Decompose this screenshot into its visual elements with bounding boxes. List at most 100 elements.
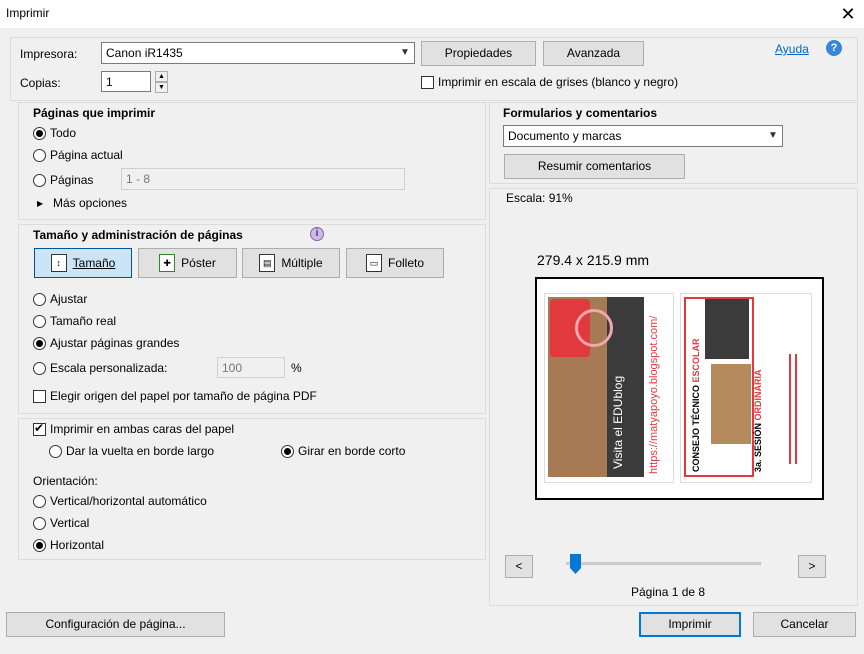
more-options-label: Más opciones	[53, 196, 128, 210]
radio-actual-size[interactable]	[33, 314, 46, 328]
comments-heading: Formularios y comentarios	[503, 106, 658, 120]
paper-source-option[interactable]: Elegir origen del papel por tamaño de pá…	[33, 389, 317, 403]
duplex-option[interactable]: Imprimir en ambas caras del papel	[33, 421, 234, 436]
copies-up-icon[interactable]: ▲	[155, 71, 168, 82]
preview-accent-line	[789, 354, 791, 464]
next-page-button[interactable]: >	[798, 555, 826, 578]
grayscale-checkbox[interactable]	[421, 75, 434, 89]
tab-poster[interactable]: ✚ Póster	[138, 248, 237, 278]
radio-shrink-oversized[interactable]	[33, 336, 46, 350]
tab-size-label: Tamaño	[72, 256, 116, 270]
printer-select-value: Canon iR1435	[106, 46, 183, 60]
tab-booklet[interactable]: ▭ Folleto	[346, 248, 444, 278]
radio-range[interactable]	[33, 173, 46, 187]
sizing-option-label: Ajustar páginas grandes	[50, 336, 180, 350]
tab-multiple[interactable]: ▤ Múltiple	[242, 248, 340, 278]
orientation-option-portrait[interactable]: Vertical	[33, 516, 89, 530]
tab-poster-label: Póster	[181, 256, 216, 270]
sizing-option-fit[interactable]: Ajustar	[33, 292, 87, 306]
sizing-option-shrink[interactable]: Ajustar páginas grandes	[33, 336, 179, 350]
orientation-option-auto[interactable]: Vertical/horizontal automático	[33, 494, 207, 508]
comments-select[interactable]: Documento y marcas ▼	[503, 125, 783, 147]
printer-label: Impresora:	[20, 47, 78, 61]
preview-page-right: CONSEJO TÉCNICO ESCOLAR 3a. SESIÓN ORDIN…	[680, 293, 812, 483]
close-icon[interactable]: ✕	[836, 2, 860, 26]
cover-session: 3a. SESIÓN ORDINARIA	[753, 369, 763, 472]
grayscale-label: Imprimir en escala de grises (blanco y n…	[438, 75, 679, 89]
properties-button[interactable]: Propiedades	[421, 41, 536, 66]
custom-scale-input[interactable]: 100	[217, 357, 285, 378]
pages-option-label: Páginas	[50, 173, 94, 187]
multiple-pages-icon: ▤	[259, 254, 276, 272]
copies-label: Copias:	[20, 76, 61, 90]
scale-value: 91%	[548, 191, 573, 205]
print-preview: Visita el EDUblog https://matyapoyo.blog…	[535, 277, 824, 500]
tab-booklet-label: Folleto	[387, 256, 425, 270]
radio-custom-scale[interactable]	[33, 361, 46, 375]
pages-option-label: Página actual	[50, 148, 123, 162]
visit-text: Visita el EDUblog	[611, 375, 625, 469]
flip-short-option[interactable]: Girar en borde corto	[281, 444, 405, 458]
info-icon[interactable]: i	[310, 227, 324, 241]
pages-option-range[interactable]: Páginas	[33, 173, 93, 187]
copies-down-icon[interactable]: ▼	[155, 82, 168, 93]
radio-fit[interactable]	[33, 292, 46, 306]
tab-size[interactable]: ↕ Tamaño	[34, 248, 132, 278]
radio-portrait[interactable]	[33, 516, 46, 530]
blog-url-text: https://matyapoyo.blogspot.com/	[648, 315, 660, 474]
sizing-heading: Tamaño y administración de páginas	[33, 228, 243, 242]
poster-icon: ✚	[159, 254, 176, 272]
orientation-option-label: Vertical/horizontal automático	[50, 494, 207, 508]
scale-readout: Escala: 91%	[506, 191, 573, 205]
summarize-comments-button[interactable]: Resumir comentarios	[504, 154, 685, 179]
sizing-option-label: Tamaño real	[50, 314, 117, 328]
sizing-option-custom[interactable]: Escala personalizada:	[33, 361, 167, 375]
tab-multiple-label: Múltiple	[281, 256, 323, 270]
orientation-option-label: Horizontal	[50, 538, 105, 552]
page-setup-button[interactable]: Configuración de página...	[6, 612, 225, 637]
grayscale-option[interactable]: Imprimir en escala de grises (blanco y n…	[421, 75, 678, 89]
copies-input[interactable]: 1	[101, 71, 151, 92]
paper-source-checkbox[interactable]	[33, 389, 46, 403]
expand-arrow-icon: ▶	[37, 198, 44, 208]
preview-page-left: Visita el EDUblog https://matyapoyo.blog…	[544, 293, 674, 483]
help-link[interactable]: Ayuda	[775, 42, 809, 56]
radio-flip-long[interactable]	[49, 444, 62, 458]
cancel-button[interactable]: Cancelar	[753, 612, 856, 637]
window-title: Imprimir	[6, 6, 50, 20]
comments-select-value: Documento y marcas	[508, 129, 622, 143]
preview-cover-photo	[711, 364, 751, 444]
radio-landscape[interactable]	[33, 538, 46, 552]
advanced-button[interactable]: Avanzada	[543, 41, 644, 66]
cover-title-accent: ESCOLAR	[691, 338, 701, 383]
pages-option-current[interactable]: Página actual	[33, 148, 123, 162]
radio-orientation-auto[interactable]	[33, 494, 46, 508]
chevron-down-icon: ▼	[400, 47, 410, 58]
page-indicator: Página 1 de 8	[631, 585, 706, 599]
printer-select[interactable]: Canon iR1435 ▼	[101, 42, 415, 64]
radio-all[interactable]	[33, 126, 46, 140]
more-options-toggle[interactable]: ▶ Más opciones	[37, 196, 127, 210]
radio-current[interactable]	[33, 148, 46, 162]
sizing-option-label: Ajustar	[50, 292, 88, 306]
scale-label: Escala:	[506, 191, 546, 205]
cover-session-main: 3a. SESIÓN	[753, 422, 763, 472]
orientation-option-landscape[interactable]: Horizontal	[33, 538, 104, 552]
flip-short-label: Girar en borde corto	[298, 444, 406, 458]
print-button[interactable]: Imprimir	[639, 612, 741, 637]
previous-page-button[interactable]: <	[505, 555, 533, 578]
booklet-icon: ▭	[365, 254, 382, 272]
page-slider-track[interactable]	[566, 562, 761, 565]
preview-accent-line	[795, 354, 797, 464]
page-range-input[interactable]: 1 - 8	[121, 168, 405, 190]
help-icon[interactable]: ?	[826, 40, 842, 56]
preview-logo-circle	[575, 309, 613, 347]
chevron-down-icon: ▼	[768, 130, 778, 141]
cover-title-main: CONSEJO TÉCNICO	[691, 384, 701, 472]
duplex-checkbox[interactable]	[33, 421, 46, 436]
sizing-option-actual[interactable]: Tamaño real	[33, 314, 116, 328]
radio-flip-short[interactable]	[281, 444, 294, 458]
flip-long-option[interactable]: Dar la vuelta en borde largo	[49, 444, 214, 458]
pages-option-all[interactable]: Todo	[33, 126, 76, 140]
size-icon: ↕	[50, 254, 67, 272]
